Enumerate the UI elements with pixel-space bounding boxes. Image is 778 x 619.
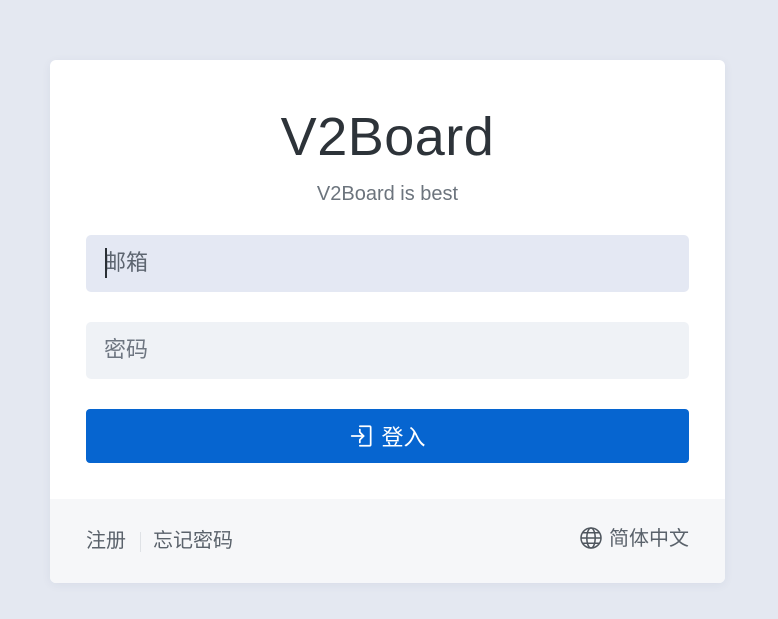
forgot-password-link[interactable]: 忘记密码 [153,527,233,553]
footer-divider [140,532,141,552]
text-cursor [105,248,107,278]
login-button-label: 登入 [381,426,426,451]
language-switcher[interactable]: 简体中文 [579,525,689,551]
brand-subtitle: V2Board is best [316,183,459,205]
globe-icon [579,526,603,550]
password-input[interactable] [86,322,689,379]
language-label: 简体中文 [609,526,689,550]
login-button[interactable]: 登入 [86,409,689,463]
login-card: V2Board V2Board is best 登入 注册 忘记密码 [50,60,725,583]
email-input[interactable] [86,235,689,292]
register-link[interactable]: 注册 [86,527,126,553]
brand-title: V2Board [280,107,495,167]
login-card-body: V2Board V2Board is best 登入 [50,60,725,499]
login-card-footer: 注册 忘记密码 简体中文 [50,499,725,583]
sign-in-icon [349,423,375,449]
